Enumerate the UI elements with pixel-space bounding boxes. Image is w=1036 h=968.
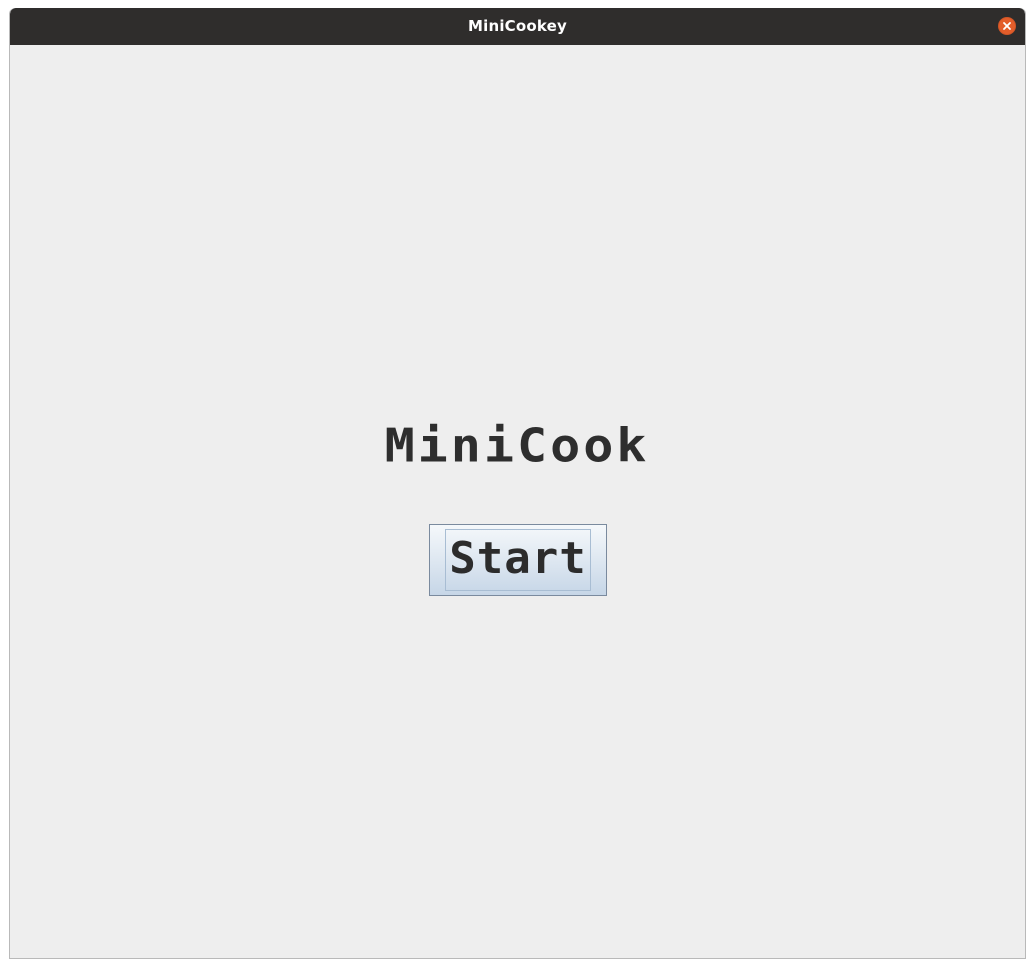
game-title: MiniCook	[384, 419, 650, 473]
title-bar[interactable]: MiniCookey	[10, 8, 1025, 45]
main-panel: MiniCook Start	[10, 45, 1025, 958]
window-title: MiniCookey	[467, 17, 568, 35]
app-window: MiniCookey MiniCook Start	[9, 8, 1026, 959]
start-button[interactable]: Start	[429, 524, 607, 596]
close-icon	[1003, 22, 1011, 30]
start-button-label: Start	[449, 533, 587, 584]
close-button[interactable]	[998, 17, 1016, 35]
